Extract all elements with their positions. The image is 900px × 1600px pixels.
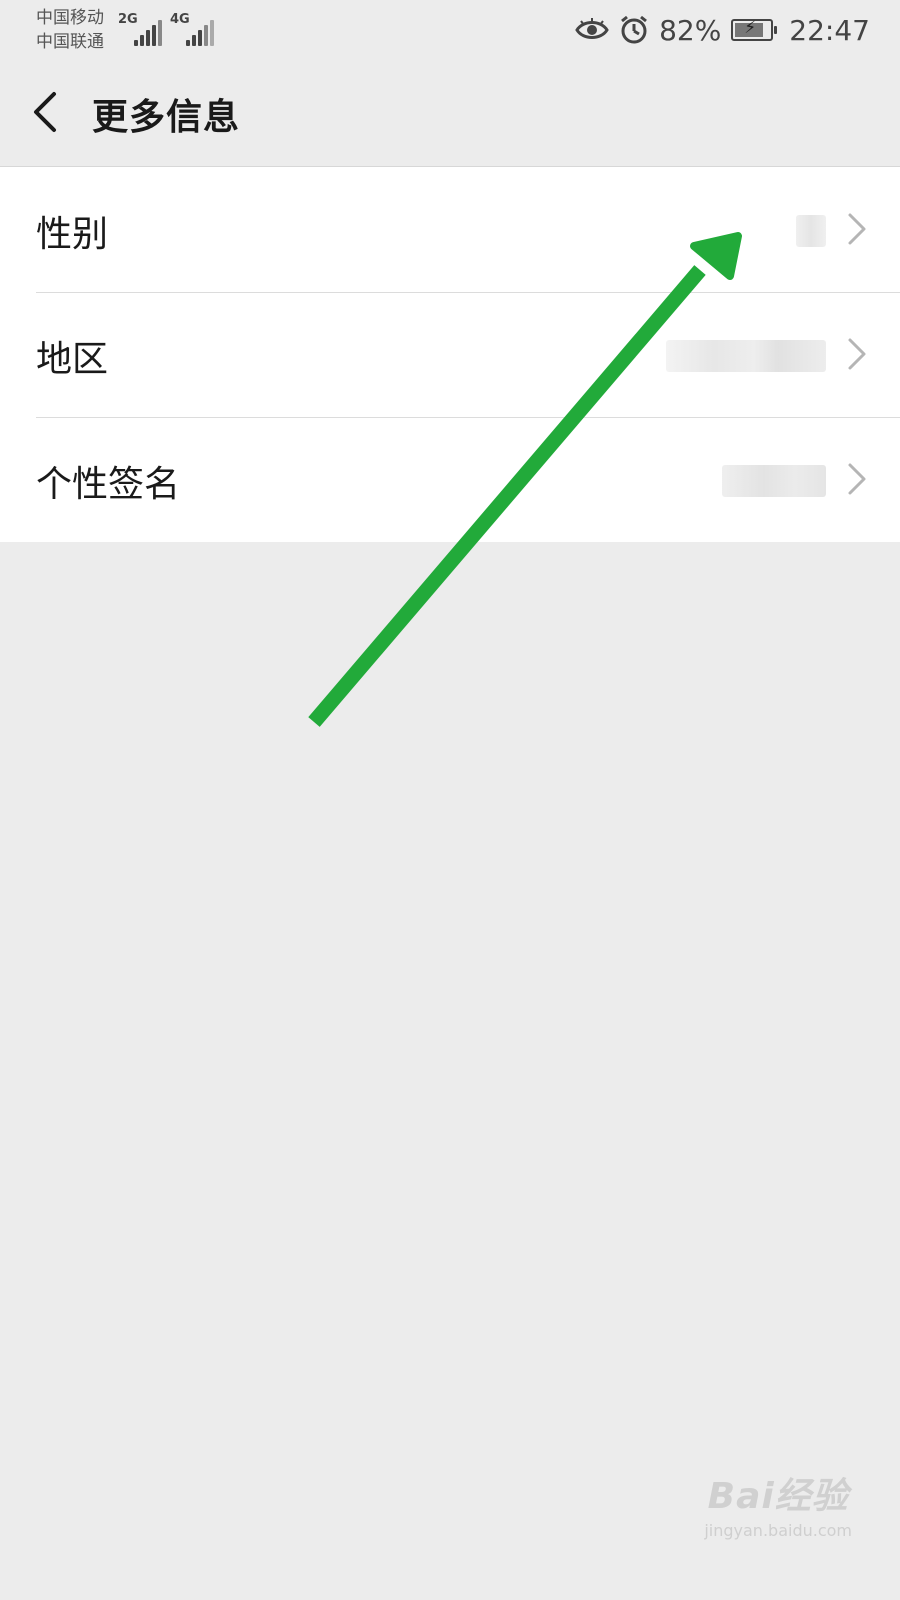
list-item-region[interactable]: 地区 xyxy=(0,292,900,417)
carrier-2: 中国联通 xyxy=(36,32,104,52)
more-info-list: 性别 地区 个性签名 xyxy=(0,167,900,542)
chevron-right-icon xyxy=(848,463,866,495)
clock: 22:47 xyxy=(789,13,870,47)
blurred-value xyxy=(722,465,826,497)
watermark-site: jingyan.baidu.com xyxy=(704,1521,852,1540)
list-item-label: 性别 xyxy=(36,214,109,255)
page-title: 更多信息 xyxy=(92,97,241,138)
list-item-gender[interactable]: 性别 xyxy=(0,167,900,292)
blurred-value xyxy=(796,215,826,247)
battery-charging-icon: ⚡ xyxy=(731,18,778,41)
top-navigation-bar: 更多信息 xyxy=(0,60,900,166)
alarm-icon xyxy=(621,15,647,44)
carrier-1: 中国移动 xyxy=(36,8,104,28)
status-icons: 82% ⚡ 22:47 xyxy=(575,10,870,50)
chevron-right-icon xyxy=(848,338,866,370)
list-item-label: 地区 xyxy=(36,339,109,380)
carrier-labels: 中国移动 中国联通 xyxy=(36,6,104,54)
back-button[interactable] xyxy=(28,84,68,140)
eye-icon xyxy=(575,18,609,39)
chevron-left-icon xyxy=(34,92,56,132)
battery-percent: 82% xyxy=(659,13,722,47)
baidu-watermark: Bai经验 jingyan.baidu.com xyxy=(704,1467,852,1540)
blurred-value xyxy=(666,340,826,372)
signal-4g-icon: 4G xyxy=(170,12,216,46)
list-item-signature[interactable]: 个性签名 xyxy=(0,417,900,542)
watermark-brand: Bai经验 xyxy=(707,1476,849,1517)
list-item-label: 个性签名 xyxy=(36,464,181,505)
status-bar: 中国移动 中国联通 2G 4G 82% ⚡ 22:47 xyxy=(0,0,900,60)
chevron-right-icon xyxy=(848,213,866,245)
signal-2g-icon: 2G xyxy=(118,12,164,46)
